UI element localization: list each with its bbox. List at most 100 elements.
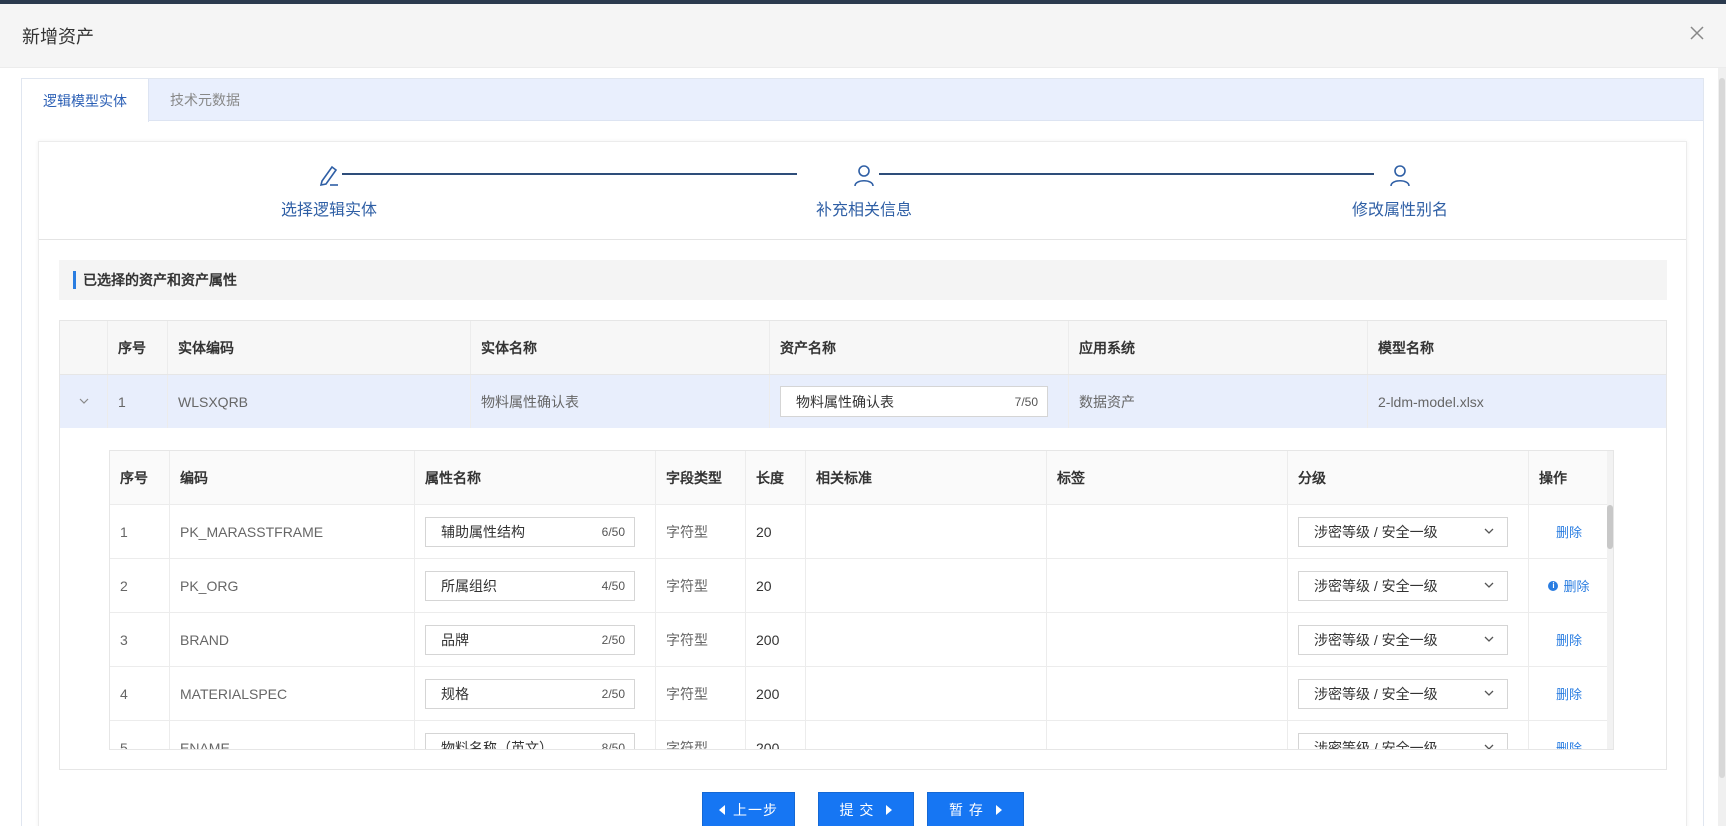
- chevron-down-icon: [1483, 686, 1495, 702]
- level-select[interactable]: 涉密等级 / 安全一级: [1298, 678, 1508, 709]
- step-label: 补充相关信息: [815, 202, 912, 219]
- tab-technical-metadata[interactable]: 技术元数据: [149, 79, 261, 121]
- tab-bar: 逻辑模型实体 技术元数据: [22, 79, 1703, 122]
- attr-index: 2: [110, 559, 170, 612]
- dialog-scrollbar[interactable]: [1718, 68, 1726, 826]
- field-length: 200: [746, 721, 806, 749]
- section-title: 已选择的资产和资产属性: [59, 260, 1667, 300]
- level-select[interactable]: 涉密等级 / 安全一级: [1298, 624, 1508, 655]
- dialog-body: 逻辑模型实体 技术元数据 选择逻辑实体 补充相关信息 修改属性别名 已选择的资产…: [21, 78, 1704, 826]
- attribute-table: 序号 编码 属性名称 字段类型 长度 相关标准 标签 分级 操作 1 PK_MAR…: [109, 450, 1614, 750]
- caret-right-icon: [995, 805, 1002, 815]
- action-buttons: 上一步 提 交 暂 存: [39, 792, 1686, 826]
- field-type: 字符型: [656, 505, 746, 558]
- submit-button[interactable]: 提 交: [818, 792, 914, 826]
- related-standard[interactable]: [806, 613, 1047, 666]
- char-count: 2/50: [601, 632, 625, 647]
- table-row: 2 PK_ORG 所属组织 4/50 字符型 20 涉密等级 / 安全一级 i 删除: [110, 559, 1613, 613]
- step-supplement-info[interactable]: 补充相关信息: [774, 162, 954, 220]
- table-row: 1 PK_MARASSTFRAME 辅助属性结构 6/50 字符型 20 涉密等级 / 安全…: [110, 505, 1613, 559]
- user-icon: [1387, 162, 1413, 188]
- field-type: 字符型: [656, 721, 746, 749]
- field-type: 字符型: [656, 559, 746, 612]
- field-length: 20: [746, 505, 806, 558]
- attr-name-input[interactable]: 品牌 2/50: [425, 624, 635, 655]
- related-standard[interactable]: [806, 505, 1047, 558]
- field-type: 字符型: [656, 613, 746, 666]
- attr-name-input[interactable]: 规格 2/50: [425, 678, 635, 709]
- delete-link[interactable]: 删除: [1556, 738, 1582, 749]
- caret-right-icon: [886, 805, 893, 815]
- prev-step-button[interactable]: 上一步: [702, 792, 795, 826]
- dialog-header: 新增资产: [0, 4, 1726, 68]
- attr-index: 1: [110, 505, 170, 558]
- field-type: 字符型: [656, 667, 746, 720]
- step-select-entity[interactable]: 选择逻辑实体: [239, 162, 419, 220]
- info-icon: i: [1548, 580, 1559, 591]
- delete-link[interactable]: 删除: [1556, 684, 1582, 703]
- wizard-panel: 选择逻辑实体 补充相关信息 修改属性别名 已选择的资产和资产属性 序号 实体编码…: [38, 141, 1687, 826]
- attr-code: BRAND: [170, 613, 415, 666]
- tag-cell[interactable]: [1047, 559, 1288, 612]
- delete-link[interactable]: 删除: [1556, 522, 1582, 541]
- entity-name: 物料属性确认表: [471, 375, 770, 428]
- header-app-system: 应用系统: [1069, 321, 1368, 374]
- step-modify-alias[interactable]: 修改属性别名: [1310, 162, 1490, 220]
- table-row[interactable]: 1 WLSXQRB 物料属性确认表 物料属性确认表 7/50 数据资产 2-ld…: [60, 375, 1666, 428]
- add-asset-dialog: 新增资产 逻辑模型实体 技术元数据 选择逻辑实体 补充相关信息 修改属性别名 已…: [0, 4, 1726, 826]
- attribute-table-header: 序号 编码 属性名称 字段类型 长度 相关标准 标签 分级 操作: [110, 451, 1613, 505]
- header-asset-name: 资产名称: [770, 321, 1069, 374]
- attribute-table-scrollbar[interactable]: [1607, 451, 1613, 749]
- step-label: 选择逻辑实体: [280, 202, 377, 219]
- attr-code: ENAME: [170, 721, 415, 749]
- char-count: 8/50: [601, 740, 625, 750]
- step-indicator: 选择逻辑实体 补充相关信息 修改属性别名: [39, 142, 1686, 240]
- tag-cell[interactable]: [1047, 667, 1288, 720]
- collapse-toggle[interactable]: [60, 375, 108, 428]
- model-name: 2-ldm-model.xlsx: [1378, 393, 1484, 410]
- close-icon[interactable]: [1686, 22, 1708, 44]
- level-select[interactable]: 涉密等级 / 安全一级: [1298, 570, 1508, 601]
- attr-index: 4: [110, 667, 170, 720]
- tag-cell[interactable]: [1047, 613, 1288, 666]
- attr-code: PK_MARASSTFRAME: [170, 505, 415, 558]
- field-length: 200: [746, 613, 806, 666]
- header-entity-code: 实体编码: [168, 321, 471, 374]
- tab-logical-model-entity[interactable]: 逻辑模型实体: [22, 79, 149, 122]
- level-select[interactable]: 涉密等级 / 安全一级: [1298, 732, 1508, 749]
- related-standard[interactable]: [806, 667, 1047, 720]
- header-index: 序号: [108, 321, 168, 374]
- char-count: 2/50: [601, 686, 625, 701]
- attr-code: MATERIALSPEC: [170, 667, 415, 720]
- dialog-title: 新增资产: [22, 26, 94, 47]
- caret-left-icon: [719, 805, 725, 815]
- char-count: 6/50: [601, 524, 625, 539]
- table-row: 3 BRAND 品牌 2/50 字符型 200 涉密等级 / 安全一级 删除: [110, 613, 1613, 667]
- attr-index: 3: [110, 613, 170, 666]
- char-count: 7/50: [1014, 394, 1038, 409]
- tag-cell[interactable]: [1047, 505, 1288, 558]
- attr-name-input[interactable]: 物料名称（英文） 8/50: [425, 732, 635, 750]
- table-row: 4 MATERIALSPEC 规格 2/50 字符型 200 涉密等级 / 安全一级 删除: [110, 667, 1613, 721]
- table-row: 5 ENAME 物料名称（英文） 8/50 字符型 200 涉密等级 / 安全一级 删除: [110, 721, 1613, 750]
- save-draft-button[interactable]: 暂 存: [927, 792, 1024, 826]
- tag-cell[interactable]: [1047, 721, 1288, 749]
- field-length: 20: [746, 559, 806, 612]
- char-count: 4/50: [601, 578, 625, 593]
- attr-name-input[interactable]: 辅助属性结构 6/50: [425, 516, 635, 547]
- related-standard[interactable]: [806, 559, 1047, 612]
- delete-link[interactable]: 删除: [1556, 630, 1582, 649]
- field-length: 200: [746, 667, 806, 720]
- level-select[interactable]: 涉密等级 / 安全一级: [1298, 516, 1508, 547]
- chevron-down-icon: [1483, 740, 1495, 749]
- chevron-down-icon: [1483, 524, 1495, 540]
- header-entity-name: 实体名称: [471, 321, 770, 374]
- user-icon: [851, 162, 877, 188]
- asset-name-input[interactable]: 物料属性确认表 7/50: [780, 386, 1048, 417]
- attr-name-input[interactable]: 所属组织 4/50: [425, 570, 635, 601]
- header-model-name: 模型名称: [1378, 339, 1434, 356]
- app-system: 数据资产: [1069, 375, 1368, 428]
- related-standard[interactable]: [806, 721, 1047, 749]
- chevron-down-icon: [1483, 578, 1495, 594]
- delete-link[interactable]: 删除: [1563, 576, 1589, 595]
